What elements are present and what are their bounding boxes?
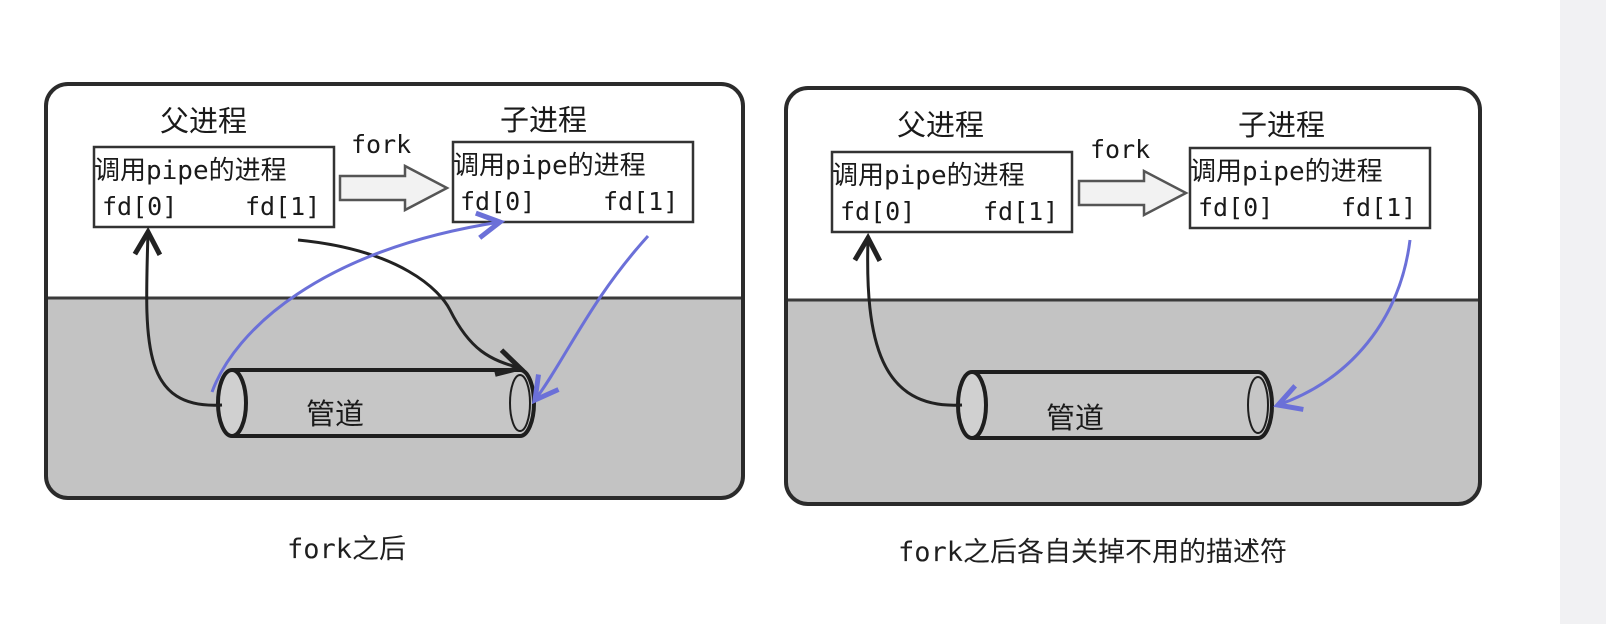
child-process-box: 调用pipe的进程 fd[0] fd[1]	[451, 140, 695, 224]
fd0-label: fd[0]	[460, 187, 535, 216]
scrollbar-track[interactable]	[1560, 0, 1606, 624]
child-process-box: 调用pipe的进程 fd[0] fd[1]	[1188, 146, 1432, 230]
process-title: 调用pipe的进程	[94, 156, 287, 186]
parent-process-label: 父进程	[160, 104, 247, 138]
pipe-label: 管道	[306, 397, 364, 431]
caption-left: fork之后	[287, 534, 407, 565]
caption-right: fork之后各自关掉不用的描述符	[898, 537, 1288, 568]
fd1-label: fd[1]	[983, 197, 1058, 226]
parent-process-box: 调用pipe的进程 fd[0] fd[1]	[92, 145, 336, 229]
pipe-fork-diagram: 父进程 子进程 fork 调用pipe的进程 fd[0] fd[1] 调用pip…	[44, 82, 1482, 506]
fd0-label: fd[0]	[840, 197, 915, 226]
fd1-label: fd[1]	[245, 192, 320, 221]
child-process-label: 子进程	[1238, 108, 1325, 142]
process-title: 调用pipe的进程	[832, 161, 1025, 191]
fd1-label: fd[1]	[603, 187, 678, 216]
panel-right: 父进程 子进程 fork 调用pipe的进程 fd[0] fd[1] 调用pip…	[784, 86, 1482, 506]
pipe-cylinder: 管道	[216, 368, 536, 438]
process-title: 调用pipe的进程	[1190, 157, 1383, 187]
fd0-label: fd[0]	[1198, 193, 1273, 222]
fd1-label: fd[1]	[1341, 193, 1416, 222]
panel-left: 父进程 子进程 fork 调用pipe的进程 fd[0] fd[1] 调用pip…	[44, 82, 745, 500]
parent-process-label: 父进程	[897, 108, 984, 142]
pipe-cylinder: 管道	[956, 370, 1274, 440]
fork-label: fork	[1090, 135, 1150, 164]
pipe-label: 管道	[1046, 401, 1104, 435]
fork-label: fork	[351, 130, 411, 159]
parent-process-box: 调用pipe的进程 fd[0] fd[1]	[830, 150, 1074, 234]
fd0-label: fd[0]	[102, 192, 177, 221]
process-title: 调用pipe的进程	[453, 151, 646, 181]
child-process-label: 子进程	[500, 103, 587, 137]
